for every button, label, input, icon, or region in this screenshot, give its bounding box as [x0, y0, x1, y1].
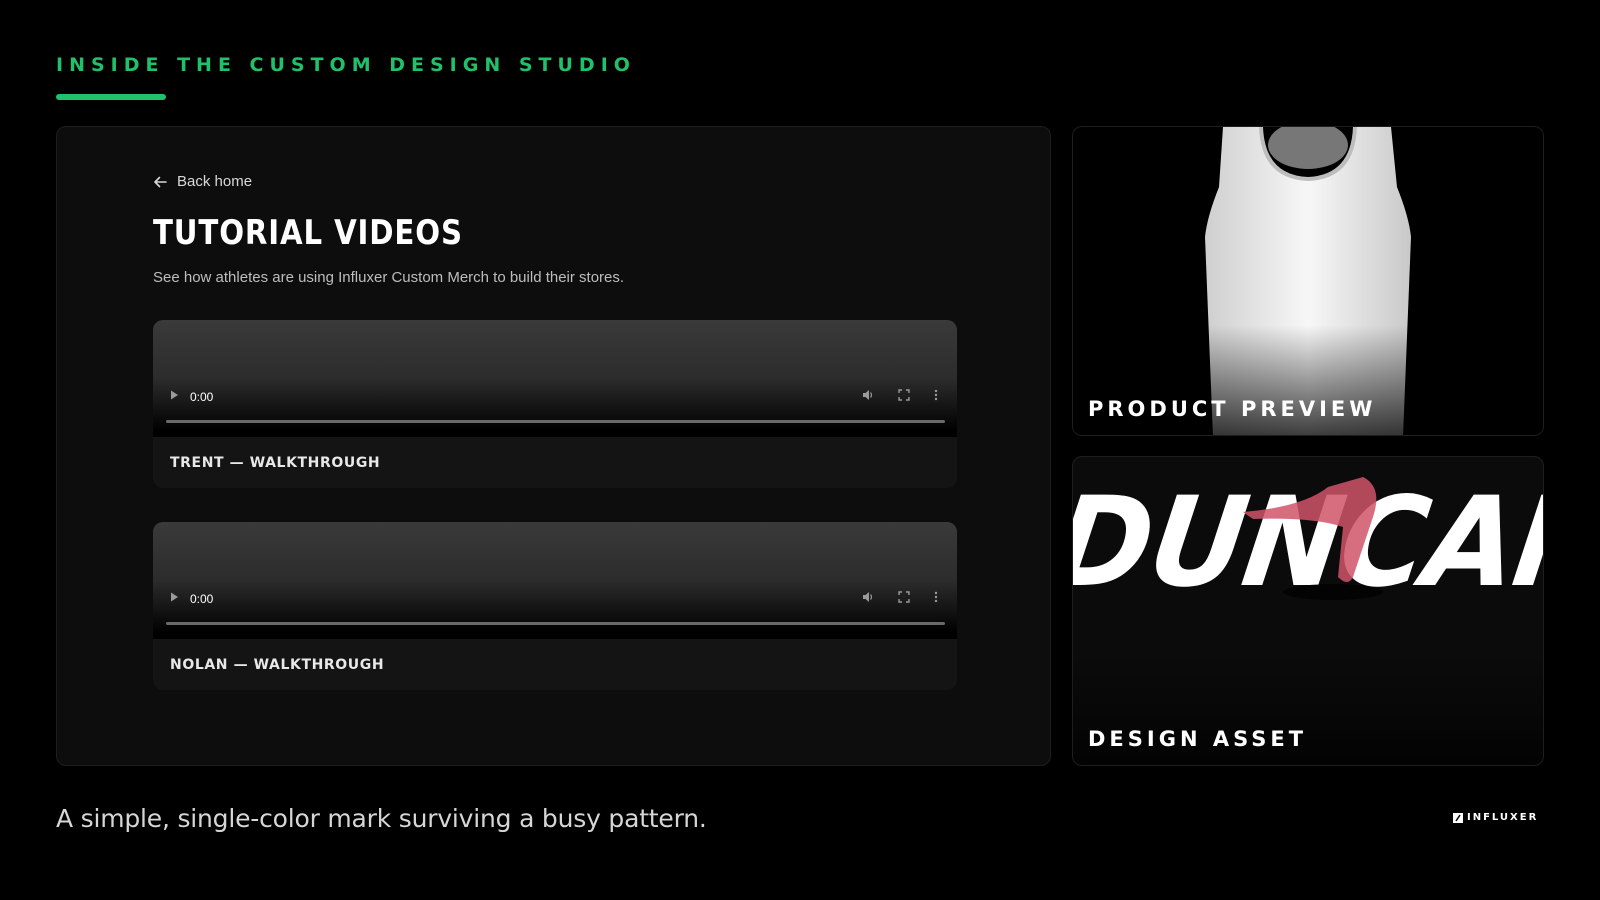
play-icon[interactable] — [167, 388, 181, 402]
fullscreen-icon[interactable] — [897, 590, 911, 604]
slide-caption: A simple, single-color mark surviving a … — [56, 804, 707, 833]
product-preview-card: PRODUCT PREVIEW — [1072, 126, 1544, 436]
design-asset-image: DUNCAN — [1073, 470, 1543, 615]
video-player[interactable]: 0:00 — [153, 522, 957, 639]
influxer-logo-icon — [1453, 812, 1463, 823]
video-title: TRENT — WALKTHROUGH — [170, 454, 381, 471]
back-home-link[interactable]: Back home — [153, 173, 252, 190]
video-player[interactable]: 0:00 — [153, 320, 957, 437]
video-title: NOLAN — WALKTHROUGH — [170, 656, 385, 673]
tutorial-panel: Back home TUTORIAL VIDEOS See how athlet… — [56, 126, 1051, 766]
product-preview-label: PRODUCT PREVIEW — [1088, 397, 1377, 421]
design-asset-card: DUNCAN DESIGN ASSET — [1072, 456, 1544, 766]
page-subtitle: See how athletes are using Influxer Cust… — [153, 269, 625, 286]
video-card: 0:00 TRENT — WALKTHROUGH — [153, 320, 957, 488]
eyebrow-accent-bar — [56, 94, 166, 100]
arrow-left-icon — [154, 176, 167, 187]
fullscreen-icon[interactable] — [897, 388, 911, 402]
play-icon[interactable] — [167, 590, 181, 604]
design-asset-label: DESIGN ASSET — [1088, 727, 1308, 751]
influxer-logo-text: INFLUXER — [1467, 812, 1539, 823]
video-progress-bar[interactable] — [166, 622, 945, 625]
more-options-icon[interactable] — [929, 590, 943, 604]
volume-icon[interactable] — [861, 590, 875, 604]
video-time: 0:00 — [190, 390, 214, 404]
page-title: TUTORIAL VIDEOS — [153, 213, 463, 253]
influxer-logo: INFLUXER — [1453, 812, 1538, 823]
video-card: 0:00 NOLAN — WALKTHROUGH — [153, 522, 957, 690]
video-progress-bar[interactable] — [166, 420, 945, 423]
eyebrow-heading: INSIDE THE CUSTOM DESIGN STUDIO — [56, 54, 636, 76]
volume-icon[interactable] — [861, 388, 875, 402]
back-home-label: Back home — [177, 173, 253, 190]
more-options-icon[interactable] — [929, 388, 943, 402]
video-time: 0:00 — [190, 592, 214, 606]
